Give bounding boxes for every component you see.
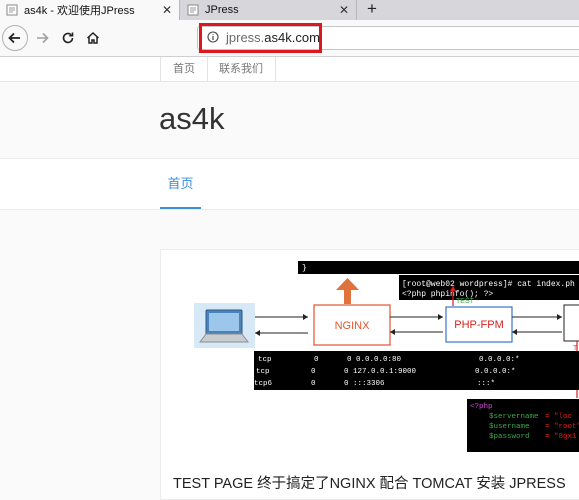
tab-title: as4k - 欢迎使用JPress xyxy=(24,5,135,17)
netstat-foreign: :::* xyxy=(477,380,495,388)
netstat-recvq: 0 xyxy=(311,380,316,388)
reload-button[interactable] xyxy=(56,26,80,50)
url-highlight-box xyxy=(199,23,322,53)
page-icon xyxy=(187,4,199,16)
topnav-contact-link[interactable]: 联系我们 xyxy=(207,57,276,81)
netstat-proto: tcp xyxy=(258,356,272,364)
netstat-local: 0 :::3306 xyxy=(344,380,385,388)
netstat-proto: tcp6 xyxy=(254,380,273,388)
netstat-local: 0 0.0.0.0:80 xyxy=(347,356,402,364)
arrow-head xyxy=(390,329,395,335)
back-arrow-icon xyxy=(8,32,20,44)
tab-as4k[interactable]: as4k - 欢迎使用JPress ✕ xyxy=(0,0,180,20)
terminal-bar-text: } xyxy=(302,264,307,273)
laptop-icon xyxy=(199,309,249,343)
mysql-box xyxy=(563,304,579,342)
netstat-foreign: 0.0.0.0:* xyxy=(479,356,520,364)
close-icon[interactable]: ✕ xyxy=(336,3,352,17)
forward-button[interactable] xyxy=(30,26,54,50)
new-tab-button[interactable]: + xyxy=(362,0,382,20)
arrow-head xyxy=(557,314,562,320)
terminal-line-1: [root@web02 wordpress]# cat index.ph xyxy=(402,280,575,289)
netstat-recvq: 0 xyxy=(311,368,316,376)
terminal-bar-top xyxy=(298,261,579,274)
php-open-tag: <?php xyxy=(470,403,493,411)
arrow-head xyxy=(512,329,517,335)
php-var: $username xyxy=(489,423,530,431)
topnav-home-link[interactable]: 首页 xyxy=(160,57,208,81)
phpfpm-label: PHP-FPM xyxy=(454,319,504,331)
home-button[interactable] xyxy=(81,26,105,50)
page-icon xyxy=(6,4,18,16)
home-icon xyxy=(86,31,100,44)
php-value: = "loc xyxy=(545,413,572,421)
netstat-terminal xyxy=(254,351,579,390)
netstat-recvq: 0 xyxy=(314,356,319,364)
php-value: = "root" xyxy=(545,423,579,431)
tab-title: JPress xyxy=(205,4,239,16)
php-var: $servername xyxy=(489,413,539,421)
tab-jpress[interactable]: JPress ✕ xyxy=(181,0,357,20)
site-header xyxy=(0,82,579,159)
arrow-head xyxy=(438,314,443,320)
reload-icon xyxy=(62,32,74,44)
netstat-foreign: 0.0.0.0:* xyxy=(475,368,516,376)
nginx-label: NGINX xyxy=(335,320,371,332)
netstat-local: 0 127.0.0.1:9000 xyxy=(344,368,417,376)
terminal-line-2: <?php phpinfo(); ?> xyxy=(402,290,493,299)
up-arrow-icon xyxy=(336,278,359,304)
top-nav xyxy=(0,57,579,82)
netstat-proto: tcp xyxy=(256,368,270,376)
arrow-head xyxy=(255,330,260,336)
post-title-link[interactable]: TEST PAGE 终于搞定了NGINX 配合 TOMCAT 安装 JPRESS xyxy=(173,472,566,493)
close-icon[interactable]: ✕ xyxy=(159,3,175,17)
forward-arrow-icon xyxy=(37,32,49,44)
php-value: = "8gx1 xyxy=(545,433,577,441)
main-nav xyxy=(0,159,579,210)
post-thumbnail[interactable]: } [root@web02 wordpress]# cat index.ph <… xyxy=(190,258,579,458)
arrow-head xyxy=(303,314,308,320)
back-button[interactable] xyxy=(2,25,28,51)
test-label: TEST xyxy=(456,298,475,305)
site-title[interactable]: as4k xyxy=(159,101,224,137)
php-var: $password xyxy=(489,433,530,441)
mainnav-home-tab[interactable]: 首页 xyxy=(160,159,201,209)
